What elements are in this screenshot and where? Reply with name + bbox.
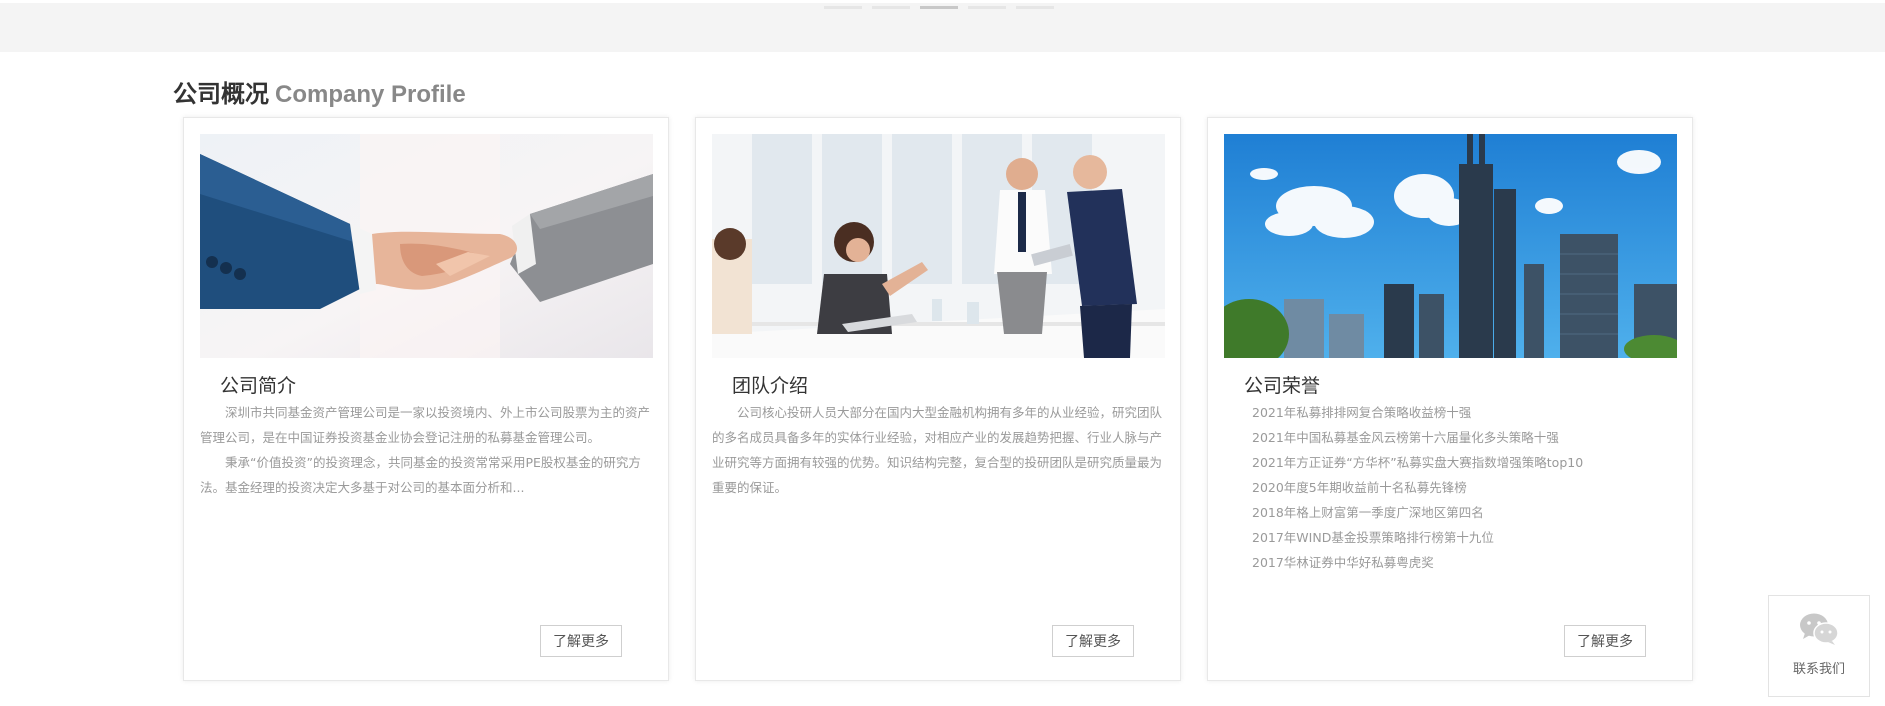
honors-item: 2018年格上财富第一季度广深地区第四名: [1252, 505, 1484, 520]
city-skyline-image: [1224, 134, 1677, 358]
section-title-cn: 公司概况: [173, 81, 269, 108]
carousel-dot[interactable]: [1016, 6, 1054, 9]
honors-item: 2021年私募排排网复合策略收益榜十强: [1252, 405, 1472, 420]
card-title: 公司简介: [220, 376, 297, 397]
honors-item: 2017华林证券中华好私募粤虎奖: [1252, 555, 1434, 570]
section-title-en: Company Profile: [275, 81, 466, 108]
wechat-icon: [1800, 613, 1839, 645]
learn-more-button[interactable]: 了解更多: [1052, 625, 1134, 657]
handshake-image: [200, 134, 653, 358]
card-title: 公司荣誉: [1244, 376, 1321, 397]
card-paragraph: 深圳市共同基金资产管理公司是一家以投资境内、外上市公司股票为主的资产管理公司，是…: [200, 405, 651, 445]
carousel-dot[interactable]: [968, 6, 1006, 9]
honors-list: 2021年私募排排网复合策略收益榜十强 2021年中国私募基金风云榜第十六届量化…: [1224, 400, 1677, 575]
card-paragraph: 公司核心投研人员大部分在国内大型金融机构拥有多年的从业经验，研究团队的多名成员具…: [712, 405, 1163, 495]
honors-item: 2020年度5年期收益前十名私募先锋榜: [1252, 480, 1467, 495]
section-title: 公司概况 Company Profile: [173, 74, 466, 109]
learn-more-button[interactable]: 了解更多: [540, 625, 622, 657]
carousel-dot[interactable]: [872, 6, 910, 9]
card-text: 公司核心投研人员大部分在国内大型金融机构拥有多年的从业经验，研究团队的多名成员具…: [712, 400, 1165, 500]
card-company-intro: 公司简介 深圳市共同基金资产管理公司是一家以投资境内、外上市公司股票为主的资产管…: [183, 117, 669, 681]
honors-item: 2017年WIND基金投票策略排行榜第十九位: [1252, 530, 1494, 545]
carousel-pager: [824, 6, 1054, 9]
contact-us-widget[interactable]: 联系我们: [1768, 595, 1870, 697]
card-paragraph: 秉承“价值投资”的投资理念，共同基金的投资常常采用PE股权基金的研究方法。基金经…: [200, 455, 641, 495]
learn-more-button[interactable]: 了解更多: [1564, 625, 1646, 657]
card-title: 团队介绍: [732, 376, 809, 397]
honors-item: 2021年方正证券“方华杯”私募实盘大赛指数增强策略top10: [1252, 455, 1584, 470]
carousel-dot-active[interactable]: [920, 6, 958, 9]
contact-us-label: 联系我们: [1792, 662, 1845, 677]
card-team-intro: 团队介绍 公司核心投研人员大部分在国内大型金融机构拥有多年的从业经验，研究团队的…: [695, 117, 1181, 681]
carousel-dot[interactable]: [824, 6, 862, 9]
card-text: 2021年私募排排网复合策略收益榜十强 2021年中国私募基金风云榜第十六届量化…: [1224, 400, 1677, 575]
honors-item: 2021年中国私募基金风云榜第十六届量化多头策略十强: [1252, 430, 1559, 445]
card-text: 深圳市共同基金资产管理公司是一家以投资境内、外上市公司股票为主的资产管理公司，是…: [200, 400, 653, 500]
card-company-honors: 公司荣誉 2021年私募排排网复合策略收益榜十强 2021年中国私募基金风云榜第…: [1207, 117, 1693, 681]
banner-bottom-strip: [0, 0, 1885, 52]
team-meeting-image: [712, 134, 1165, 358]
